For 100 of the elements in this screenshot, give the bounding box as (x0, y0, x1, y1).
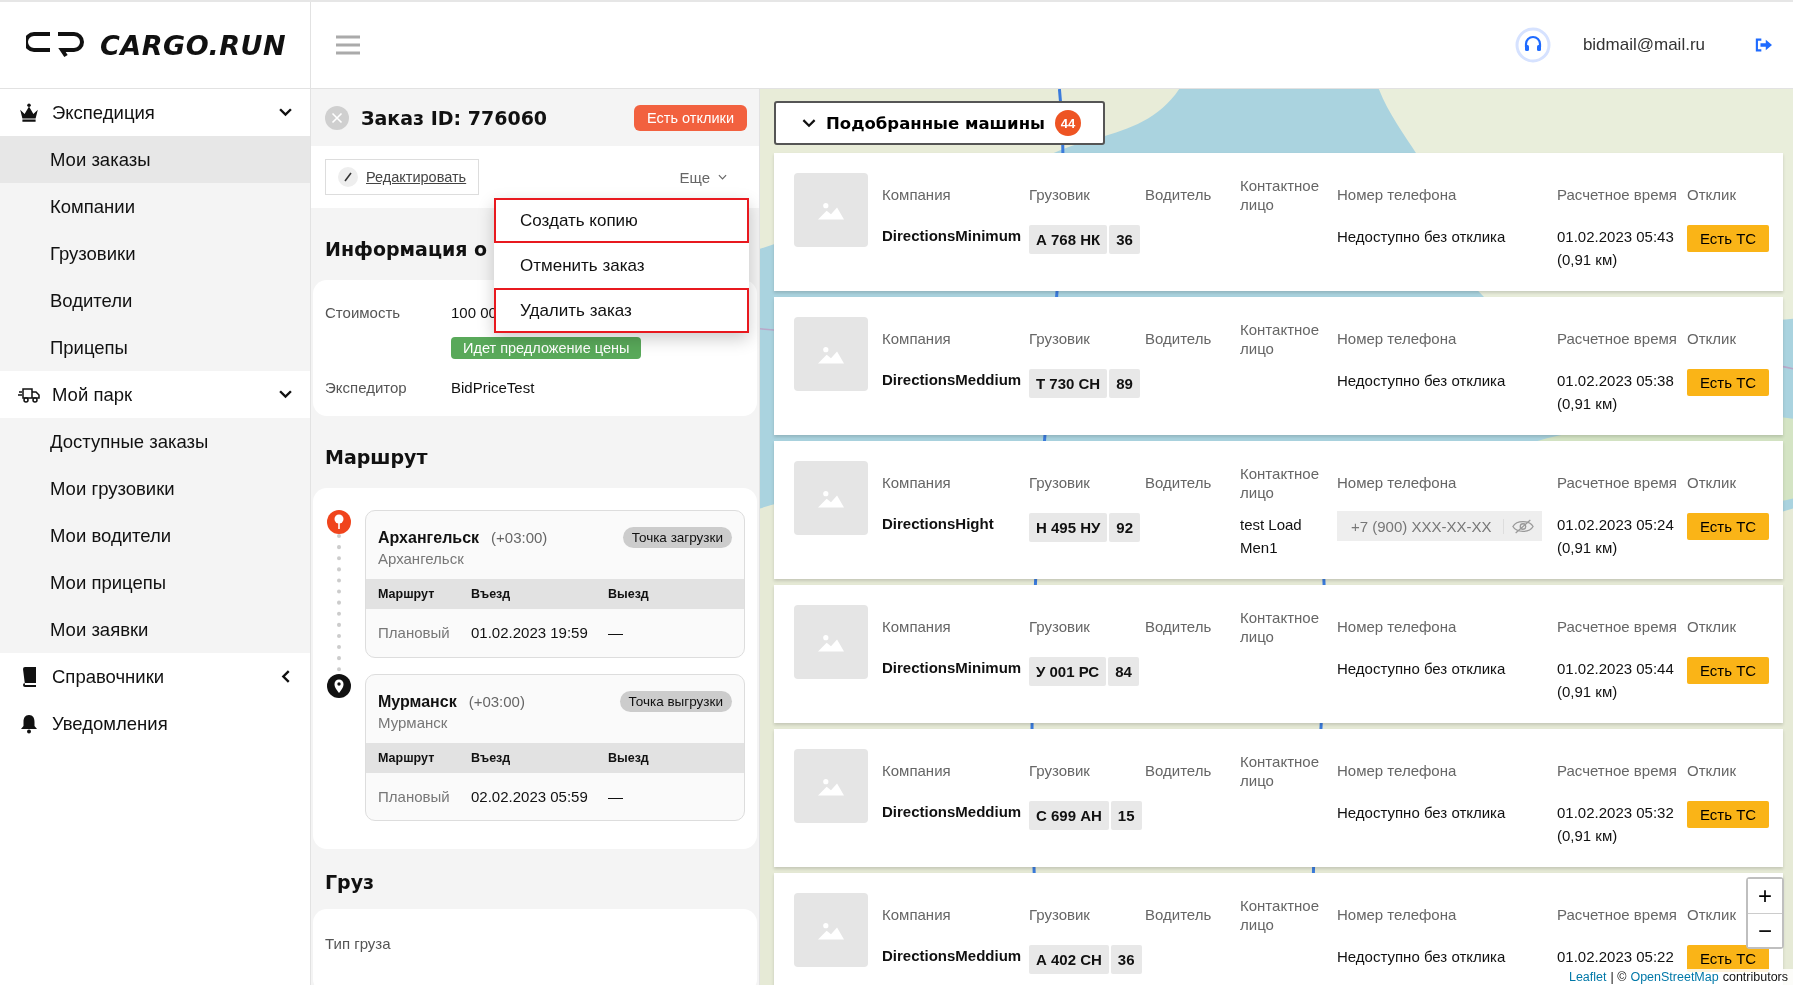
contact-name: test Load Men1 (1240, 515, 1303, 559)
company-name: DirectionsHight (882, 514, 995, 532)
distance-text: (0,91 км) (1557, 682, 1619, 703)
phone-text: Недоступно без отклика (1337, 227, 1507, 247)
leaflet-link[interactable]: Leaflet (1568, 970, 1607, 984)
more-button[interactable]: Еще (673, 167, 733, 187)
vehicle-card[interactable]: Компания Грузовик Водитель Контактное лицо Номер телефона Расчетное время Отклик DirectionsMeddium Т 730 СН 89 Недоступно без отклика 01.02.2023 05:38 (0,91 км) Есть ТС (774, 297, 1783, 435)
field-label: Стоимость (325, 304, 402, 323)
column-header: Выезд (608, 751, 649, 765)
sidebar-item[interactable]: Водители (0, 277, 310, 324)
matches-toggle[interactable]: Подобранные машины 44 (774, 101, 1105, 145)
response-button[interactable]: Есть ТС (1687, 801, 1770, 828)
field-label: Экспедитор (325, 379, 408, 396)
menu-item[interactable]: Создать копию (494, 198, 749, 243)
response-button[interactable]: Есть ТС (1687, 657, 1770, 684)
timezone: (+03:00) (468, 693, 525, 710)
status-badge: Есть отклики (634, 104, 747, 131)
plate-region: 92 (1109, 513, 1141, 542)
column-label: Контактное лицо (1240, 319, 1320, 359)
estimated-time: 01.02.2023 05:24 (1557, 515, 1675, 535)
table-cell-text: 01.02.2023 19:59 (471, 624, 589, 641)
user-email[interactable]: bidmail@mail.ru (1582, 35, 1705, 55)
sidebar-item[interactable]: Доступные заказы (0, 418, 310, 465)
column-label: Грузовик (1029, 473, 1091, 493)
edit-button[interactable]: Редактировать (325, 159, 480, 195)
sidebar-item[interactable]: Мои прицепы (0, 559, 310, 606)
menu-item[interactable]: Удалить заказ (494, 288, 749, 333)
column-label: Расчетное время (1557, 329, 1678, 349)
plate-region: 84 (1108, 657, 1139, 686)
estimated-time: 01.02.2023 05:38 (1557, 371, 1675, 391)
plate-number: А 768 НК (1029, 225, 1108, 254)
close-icon[interactable] (325, 105, 349, 130)
column-label: Водитель (1145, 185, 1213, 205)
company-name: DirectionsMeddium (882, 946, 1023, 964)
vehicle-card[interactable]: Компания Грузовик Водитель Контактное лицо Номер телефона Расчетное время Отклик DirectionsMinimum А 768 НК 36 Недоступно без отклика 01.02.2023 05:43 (0,91 км) Есть ТС (774, 153, 1783, 291)
column-label: Расчетное время (1557, 905, 1678, 925)
column-label: Расчетное время (1557, 761, 1678, 781)
bell-icon (18, 713, 40, 734)
company-name: DirectionsMinimum (882, 226, 1023, 244)
column-label: Расчетное время (1557, 473, 1678, 493)
location-icon (327, 674, 351, 698)
response-button[interactable]: Есть ТС (1687, 225, 1770, 252)
price-status-badge: Идет предложение цены (451, 337, 642, 359)
distance-text: (0,91 км) (1557, 394, 1619, 415)
column-label: Грузовик (1029, 761, 1091, 781)
response-button[interactable]: Есть ТС (1687, 369, 1770, 396)
sidebar-item[interactable]: Прицепы (0, 324, 310, 371)
masked-phone: +7 (900) XXX-XX-XX (1350, 517, 1493, 535)
column-label: Отклик (1687, 473, 1737, 493)
address-text: Архангельск (377, 549, 465, 569)
sidebar-item[interactable]: Мои заказы (0, 136, 310, 183)
column-label: Грузовик (1029, 905, 1091, 925)
plate-number: С 699 АН (1029, 801, 1109, 830)
column-label: Номер телефона (1337, 329, 1458, 349)
distance-text: (0,91 км) (1557, 250, 1619, 271)
column-label: Водитель (1145, 617, 1213, 637)
menu-item[interactable]: Отменить заказ (494, 243, 749, 288)
column-label: Отклик (1687, 761, 1737, 781)
sidebar-item[interactable]: Компании (0, 183, 310, 230)
logout-icon[interactable] (1755, 37, 1773, 53)
column-label: Компания (882, 905, 952, 925)
menu-icon[interactable] (336, 35, 360, 55)
sidebar-item[interactable]: Мои заявки (0, 606, 310, 653)
vehicle-card[interactable]: Компания Грузовик Водитель Контактное лицо Номер телефона Расчетное время Отклик DirectionsHight Н 495 НУ 92 test Load Men1 +7 (900) XXX-XX-XX 01.02.2023 05:24 (0,91 км) Есть ТС (774, 441, 1783, 579)
vehicle-card[interactable]: Компания Грузовик Водитель Контактное лицо Номер телефона Расчетное время Отклик DirectionsMinimum У 001 РС 84 Недоступно без отклика 01.02.2023 05:44 (0,91 км) Есть ТС (774, 585, 1783, 723)
column-label: Отклик (1687, 905, 1737, 925)
table-cell-text: Плановый (378, 624, 451, 641)
column-label: Грузовик (1029, 329, 1091, 349)
vehicle-card[interactable]: Компания Грузовик Водитель Контактное лицо Номер телефона Расчетное время Отклик DirectionsMeddium С 699 АН 15 Недоступно без отклика 01.02.2023 05:32 (0,91 км) Есть ТС (774, 729, 1783, 867)
column-label: Компания (882, 185, 952, 205)
sidebar-item[interactable]: Мои грузовики (0, 465, 310, 512)
column-header: Въезд (471, 751, 512, 765)
column-header: Маршрут (378, 751, 436, 765)
plate-number: Н 495 НУ (1029, 513, 1108, 542)
osm-link[interactable]: OpenStreetMap (1630, 970, 1719, 984)
plate-number: А 402 СН (1029, 945, 1109, 974)
count-badge: 44 (1054, 110, 1081, 136)
column-label: Контактное лицо (1240, 895, 1320, 935)
sidebar-item[interactable]: Грузовики (0, 230, 310, 277)
table-cell-text: Плановый (378, 788, 451, 805)
phone-text: Недоступно без отклика (1337, 803, 1507, 823)
plate-region: 15 (1110, 801, 1142, 830)
estimated-time: 01.02.2023 05:22 (1557, 947, 1675, 967)
column-label: Номер телефона (1337, 185, 1458, 205)
column-header: Выезд (608, 587, 649, 601)
column-label: Грузовик (1029, 617, 1091, 637)
zoom-out-button[interactable]: − (1748, 913, 1782, 947)
section-title: Груз (325, 870, 375, 895)
column-label: Отклик (1687, 329, 1737, 349)
distance-text: (0,91 км) (1557, 826, 1619, 847)
section-title: Маршрут (325, 445, 428, 470)
column-label: Водитель (1145, 761, 1213, 781)
sidebar-item[interactable]: Мои водители (0, 512, 310, 559)
column-label: Расчетное время (1557, 185, 1678, 205)
table-cell: — (608, 624, 623, 641)
plate-number: У 001 РС (1029, 657, 1107, 686)
response-button[interactable]: Есть ТС (1687, 513, 1770, 540)
headset-icon[interactable] (1514, 27, 1551, 63)
address-text: Мурманск (377, 713, 449, 733)
plate-region: 89 (1109, 369, 1140, 398)
